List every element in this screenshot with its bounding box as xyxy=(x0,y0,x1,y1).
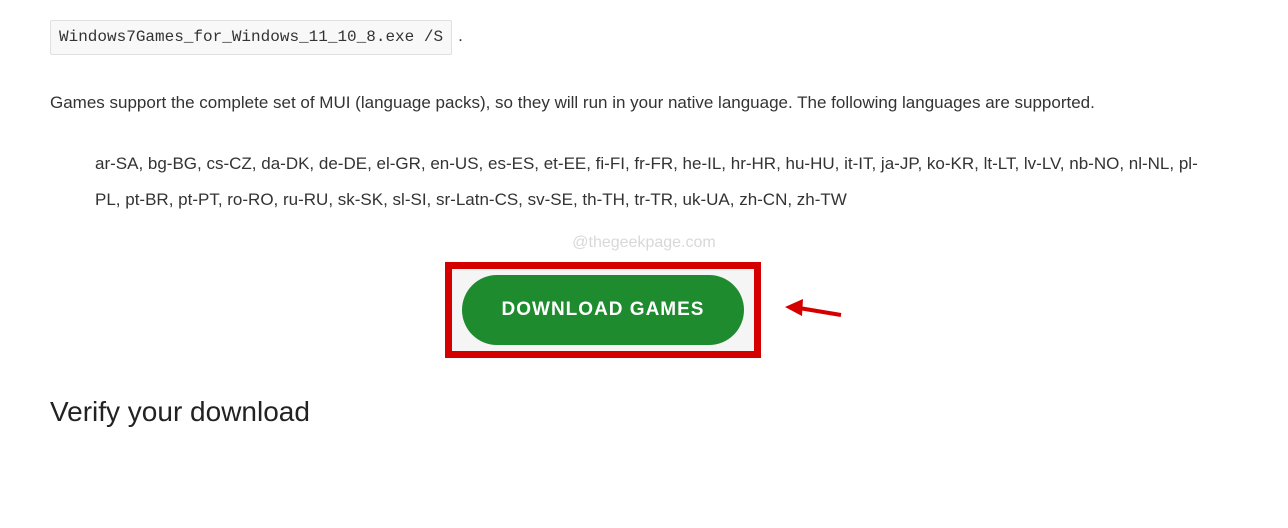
intro-paragraph: Games support the complete set of MUI (l… xyxy=(50,85,1238,121)
period: . xyxy=(458,26,463,45)
download-highlight-frame: DOWNLOAD GAMES xyxy=(445,262,762,358)
download-row: DOWNLOAD GAMES xyxy=(50,262,1238,358)
arrow-annotation xyxy=(783,295,843,325)
watermark-text: @thegeekpage.com xyxy=(50,229,1238,256)
arrow-left-icon xyxy=(783,295,843,325)
verify-heading: Verify your download xyxy=(50,388,1238,436)
languages-list: ar-SA, bg-BG, cs-CZ, da-DK, de-DE, el-GR… xyxy=(95,146,1218,217)
code-command: Windows7Games_for_Windows_11_10_8.exe /S xyxy=(50,20,452,55)
download-games-button[interactable]: DOWNLOAD GAMES xyxy=(462,275,745,345)
